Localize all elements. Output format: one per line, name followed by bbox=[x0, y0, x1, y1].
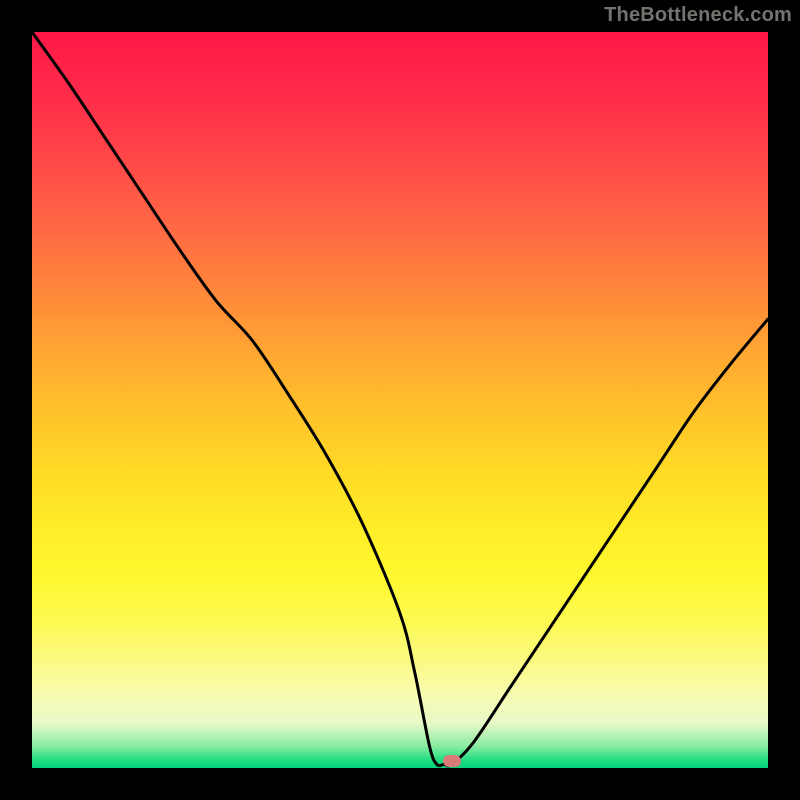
watermark-text: TheBottleneck.com bbox=[604, 4, 792, 27]
chart-frame: TheBottleneck.com bbox=[0, 0, 800, 800]
plot-area bbox=[32, 32, 768, 768]
curve-path bbox=[32, 32, 768, 766]
bottleneck-curve bbox=[32, 32, 768, 768]
min-marker bbox=[443, 755, 461, 767]
